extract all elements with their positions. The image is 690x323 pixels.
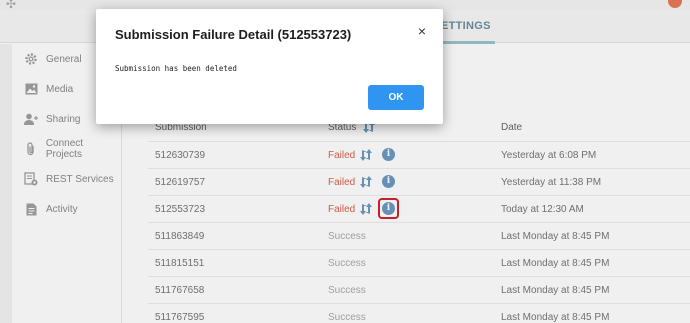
ok-button[interactable]: OK [368,85,424,110]
close-icon[interactable]: × [418,23,426,39]
modal-title: Submission Failure Detail (512553723) [115,27,352,42]
failure-detail-modal: Submission Failure Detail (512553723) × … [96,9,443,124]
modal-message: Submission has been deleted [115,64,237,73]
